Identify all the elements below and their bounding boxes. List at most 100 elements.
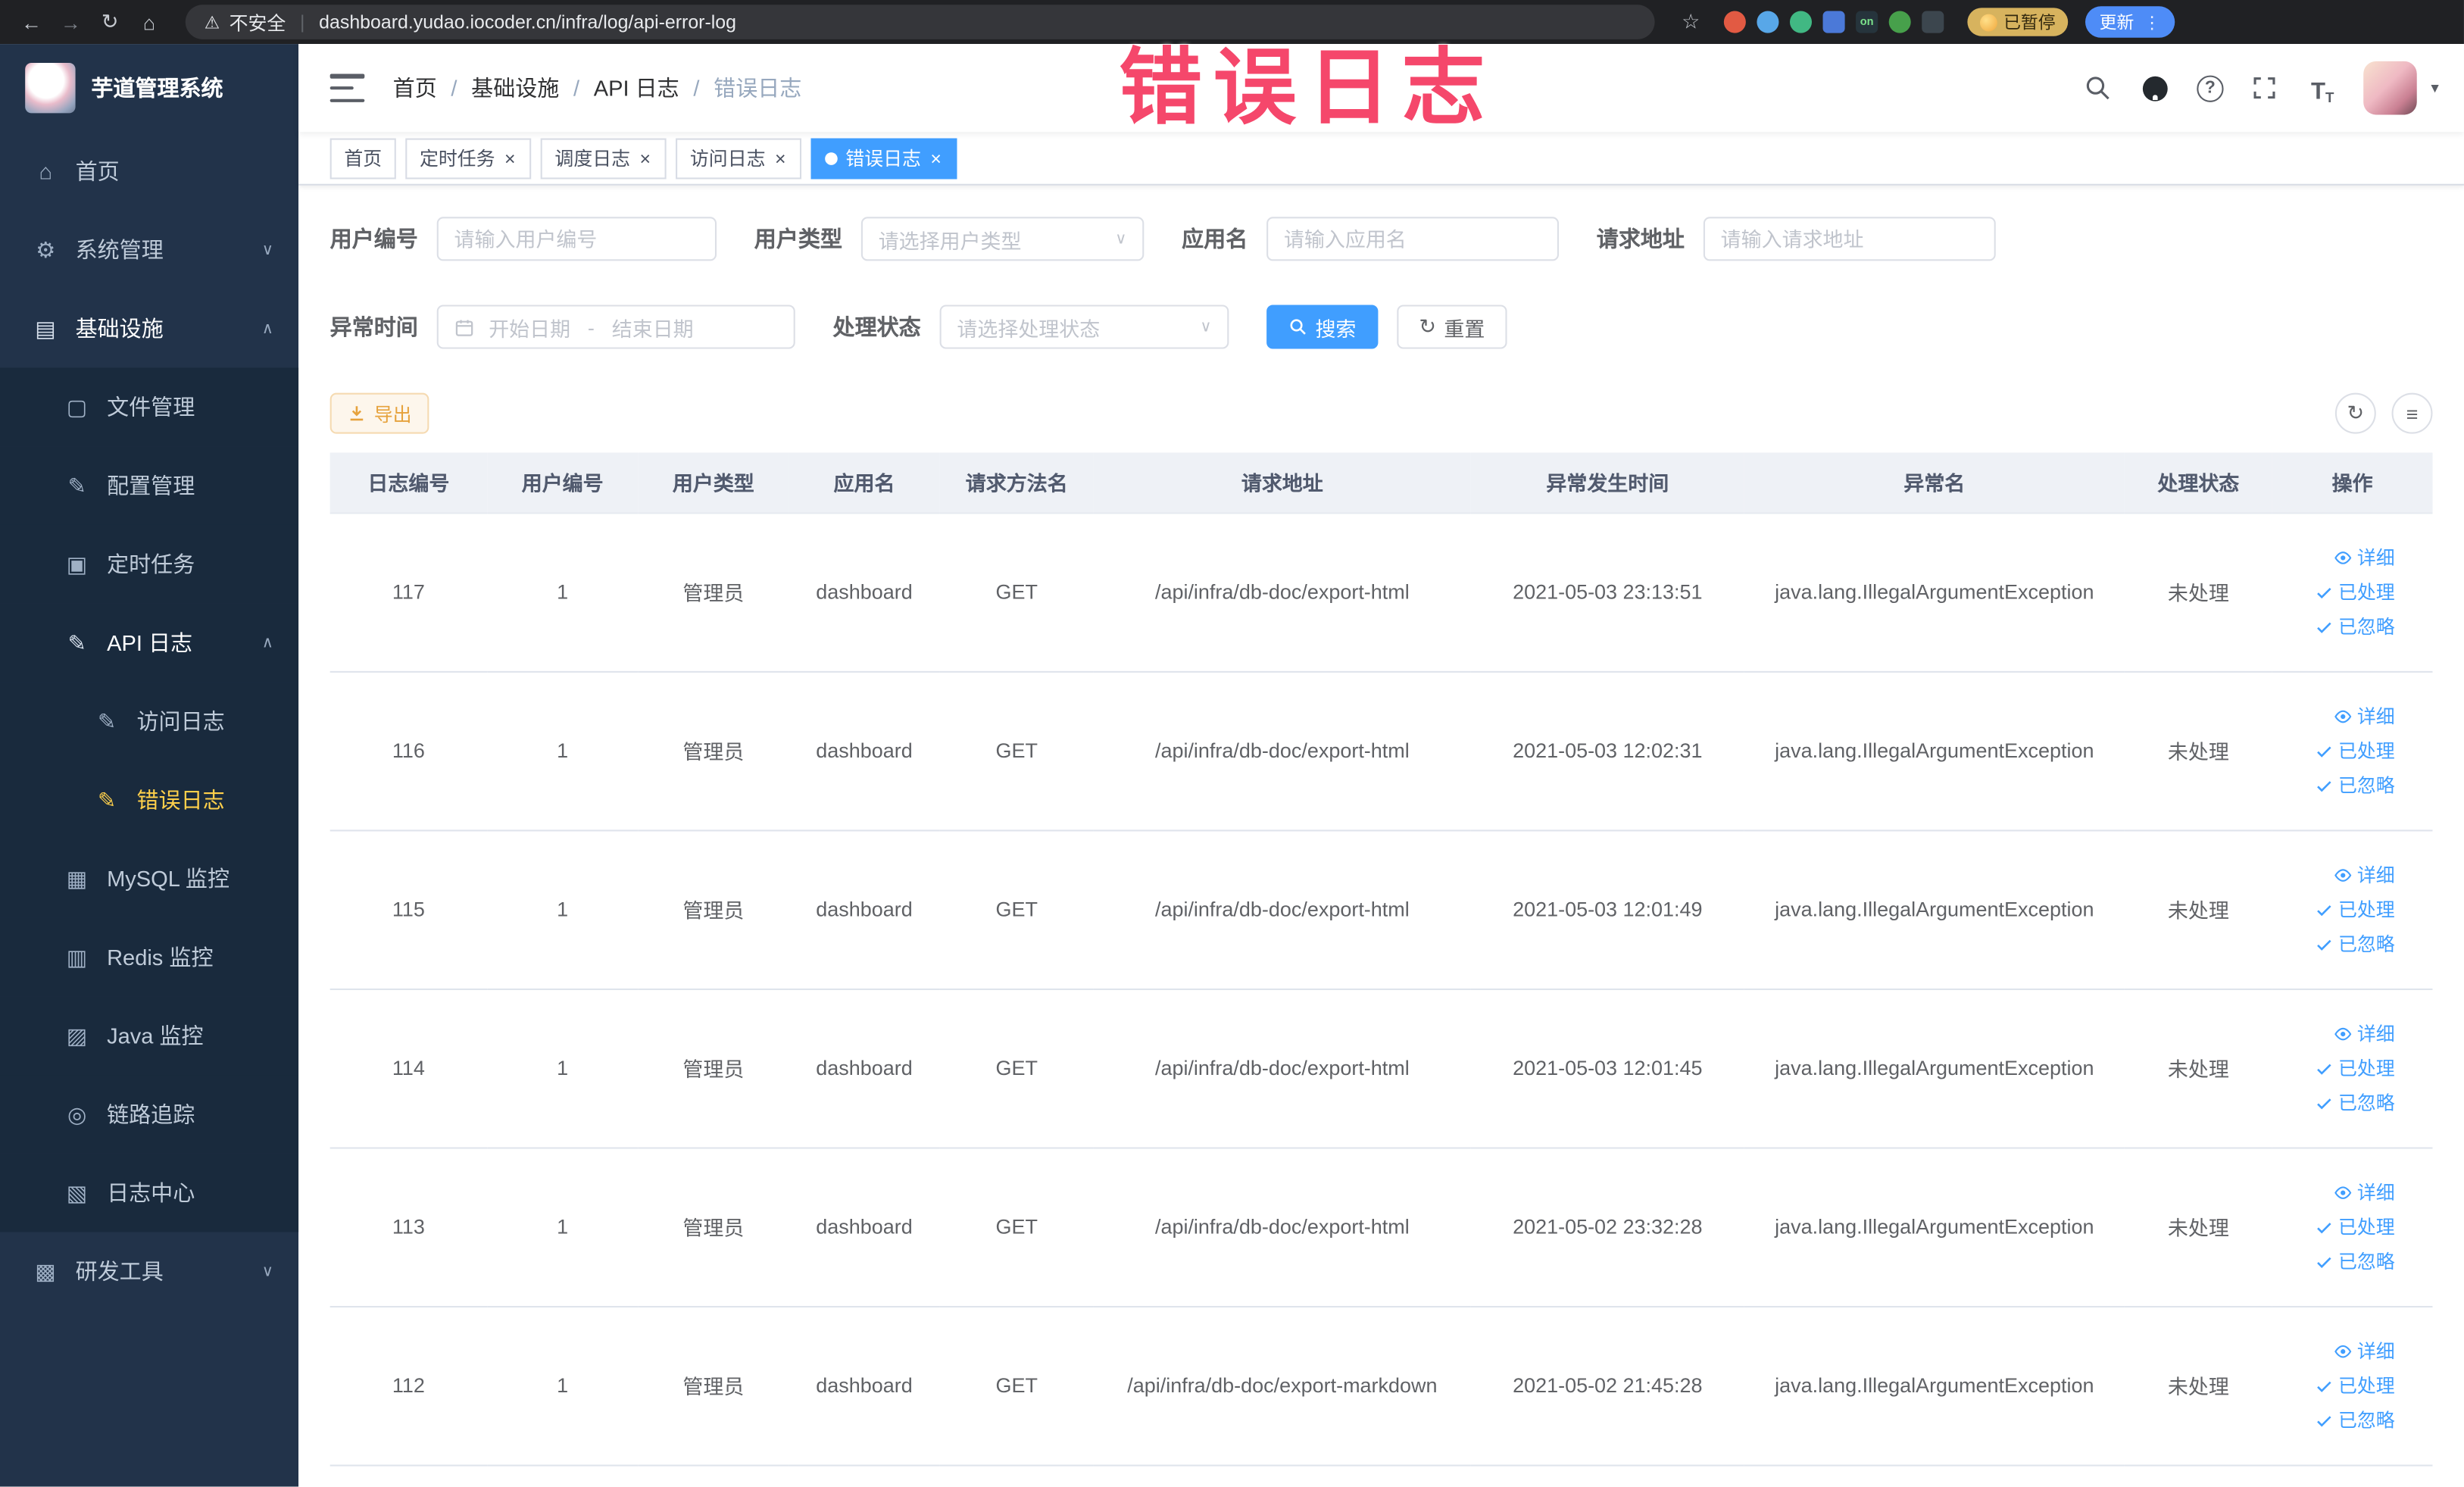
cell-status: 未处理 [2124, 988, 2272, 1148]
action-ignored-link[interactable]: 已忽略 [2315, 612, 2395, 640]
refresh-button[interactable]: ↻ [2334, 392, 2376, 434]
forward-button[interactable]: → [55, 10, 86, 33]
reset-button[interactable]: ↻ 重置 [1397, 305, 1507, 349]
action-detail-link[interactable]: 详细 [2334, 1178, 2395, 1206]
kebab-icon: ⋮ [2143, 13, 2161, 33]
help-icon[interactable]: ? [2197, 74, 2224, 102]
sidebar-item-redis-monitor[interactable]: ▥ Redis 监控 [0, 917, 299, 997]
sidebar-item-tracing[interactable]: ◎ 链路追踪 [0, 1075, 299, 1154]
logo[interactable]: 芋道管理系统 [0, 44, 298, 132]
sidebar-item-java-monitor[interactable]: ▨ Java 监控 [0, 996, 299, 1076]
cell-time: 2021-05-02 23:32:28 [1470, 1147, 1744, 1307]
close-icon[interactable]: × [773, 148, 788, 167]
action-ignored-link[interactable]: 已忽略 [2315, 771, 2395, 799]
request-url-input[interactable] [1720, 226, 1978, 251]
action-processed-link[interactable]: 已处理 [2315, 1213, 2395, 1241]
sidebar-item-system-mgmt[interactable]: ⚙ 系统管理 ∨ [0, 211, 298, 289]
tab-access-log[interactable]: 访问日志 × [676, 137, 802, 179]
sidebar-item-scheduled-job[interactable]: ▣ 定时任务 [0, 524, 299, 604]
sidebar-item-mysql-monitor[interactable]: ▦ MySQL 监控 [0, 839, 299, 918]
close-icon[interactable]: × [638, 148, 652, 167]
log-center-icon: ▧ [66, 1179, 88, 1205]
action-processed-link[interactable]: 已处理 [2315, 1054, 2395, 1082]
column-header: 用户类型 [638, 452, 789, 514]
action-label: 详细 [2356, 863, 2395, 886]
sidebar-item-dev-tools[interactable]: ▩ 研发工具 ∨ [0, 1232, 298, 1310]
action-processed-link[interactable]: 已处理 [2315, 895, 2395, 923]
table-toolbar: 导出 ↻ ≡ [329, 392, 2433, 434]
avatar[interactable] [2363, 61, 2417, 115]
process-status-select[interactable]: 请选择处理状态 ∨ [939, 305, 1229, 349]
action-ignored-link[interactable]: 已忽略 [2315, 1089, 2395, 1117]
github-icon[interactable] [2138, 70, 2173, 105]
action-processed-link[interactable]: 已处理 [2315, 736, 2395, 764]
extension-leaf-icon[interactable] [1888, 11, 1911, 33]
extension-dark-icon[interactable] [1922, 11, 1944, 33]
app-title: 芋道管理系统 [91, 75, 223, 101]
action-ignored-link[interactable]: 已忽略 [2315, 1406, 2395, 1434]
sidebar-item-log-center[interactable]: ▧ 日志中心 [0, 1153, 299, 1232]
sidebar-item-home[interactable]: ⌂ 首页 [0, 132, 298, 211]
extension-blue-icon[interactable] [1757, 11, 1779, 33]
update-button[interactable]: 更新 ⋮ [2085, 6, 2175, 38]
sidebar-item-label: 日志中心 [107, 1180, 195, 1206]
sidebar-item-error-log[interactable]: ✎ 错误日志 [0, 761, 299, 839]
bookmark-star-icon[interactable]: ☆ [1675, 9, 1707, 34]
cell-time: 2021-05-02 21:45:28 [1470, 1305, 1744, 1466]
sidebar-item-access-log[interactable]: ✎ 访问日志 [0, 682, 299, 761]
trace-icon: ◎ [67, 1101, 87, 1126]
sidebar-item-file-mgmt[interactable]: ▢ 文件管理 [0, 367, 299, 447]
search-icon[interactable] [2081, 70, 2116, 105]
breadcrumb-item[interactable]: API 日志 [594, 72, 679, 103]
tab-home[interactable]: 首页 [329, 137, 396, 179]
date-range-picker[interactable]: 开始日期 - 结束日期 [436, 305, 795, 349]
reload-button[interactable]: ↻ [94, 9, 125, 34]
sidebar-item-config-mgmt[interactable]: ✎ 配置管理 [0, 446, 299, 525]
reset-button-label: 重置 [1444, 317, 1485, 341]
back-button[interactable]: ← [16, 10, 47, 33]
font-size-icon[interactable]: TT [2305, 70, 2340, 105]
breadcrumb-item[interactable]: 首页 [393, 72, 437, 103]
sidebar-item-api-log[interactable]: ✎ API 日志 ∧ [0, 603, 299, 683]
address-bar[interactable]: ⚠ 不安全 | dashboard.yudao.iocoder.cn/infra… [185, 5, 1655, 39]
user-type-select[interactable]: 请选择用户类型 ∨ [860, 217, 1145, 261]
table-row: 114 1 管理员 dashboard GET/api/infra/db-doc/exp… [329, 988, 2433, 1148]
cell-app: dashboard [789, 670, 940, 831]
column-settings-button[interactable]: ≡ [2391, 392, 2433, 434]
action-ignored-link[interactable]: 已忽略 [2315, 1247, 2395, 1275]
extension-orange-icon[interactable] [1723, 11, 1746, 33]
tab-job-log[interactable]: 调度日志 × [540, 137, 667, 179]
browser-home-button[interactable]: ⌂ [133, 10, 164, 33]
cell-exception: java.lang.IllegalArgumentException [1744, 512, 2125, 672]
action-label: 已忽略 [2338, 773, 2395, 796]
fullscreen-icon[interactable] [2247, 70, 2282, 105]
action-detail-link[interactable]: 详细 [2334, 1336, 2395, 1364]
close-icon[interactable]: × [929, 148, 943, 167]
sidebar-item-infrastructure[interactable]: ▤ 基础设施 ∧ [0, 289, 298, 368]
extension-on-icon[interactable]: on [1856, 11, 1878, 33]
sidebar-nav: ⌂ 首页 ⚙ 系统管理 ∨ ▤ 基础设施 ∧ ▢ 文件管理 ✎ 配置管理 ▣ 定时任务 ✎ API 日志 ∧ ✎ 访… [0, 132, 299, 1310]
action-processed-link[interactable]: 已处理 [2315, 577, 2395, 605]
paused-badge[interactable]: 已暂停 [1967, 8, 2069, 36]
chevron-up-icon: ∧ [261, 320, 273, 338]
close-icon[interactable]: × [503, 148, 517, 167]
breadcrumb-item[interactable]: 基础设施 [471, 72, 559, 103]
filter-row-1: 用户编号 用户类型 请选择用户类型 ∨ 应用名 [330, 217, 2433, 261]
user-id-input[interactable] [454, 226, 700, 251]
sidebar-toggle-icon[interactable] [329, 73, 365, 102]
tab-error-log[interactable]: 错误日志 × [810, 137, 957, 179]
extension-grid-icon[interactable] [1822, 11, 1845, 33]
app-name-input[interactable] [1283, 226, 1542, 251]
tab-job[interactable]: 定时任务 × [405, 137, 532, 179]
action-detail-link[interactable]: 详细 [2334, 701, 2395, 729]
extension-vue-icon[interactable] [1789, 11, 1813, 33]
action-ignored-link[interactable]: 已忽略 [2315, 929, 2395, 957]
search-button[interactable]: 搜索 [1266, 305, 1379, 349]
breadcrumb-separator: / [693, 75, 700, 101]
export-button[interactable]: 导出 [329, 392, 429, 434]
action-detail-link[interactable]: 详细 [2334, 861, 2395, 889]
action-detail-link[interactable]: 详细 [2334, 543, 2395, 571]
action-detail-link[interactable]: 详细 [2334, 1019, 2395, 1047]
action-processed-link[interactable]: 已处理 [2315, 1371, 2395, 1399]
avatar-caret-icon[interactable]: ▾ [2431, 80, 2438, 97]
